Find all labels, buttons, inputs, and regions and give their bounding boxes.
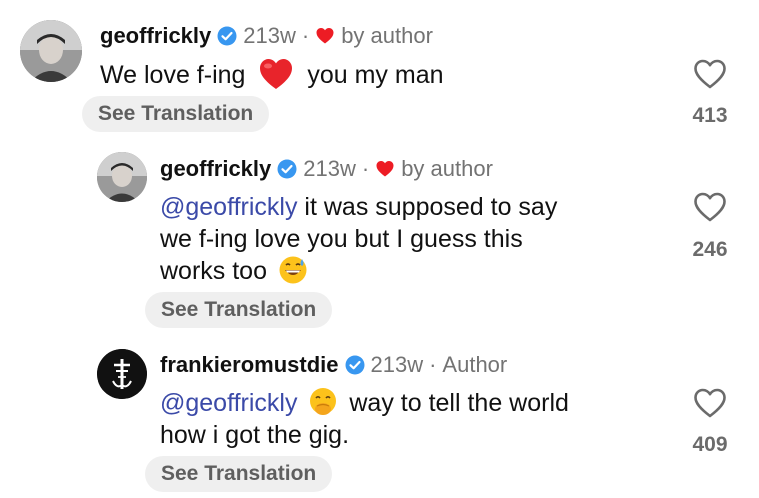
separator-dot: · <box>429 352 437 377</box>
timestamp: 213w <box>303 156 356 181</box>
see-translation-button[interactable]: See Translation <box>82 96 270 132</box>
liked-by-author-label: by author <box>341 23 433 48</box>
separator-dot: · <box>361 156 370 181</box>
comment-text: @geoffrickly it was supposed to say we f… <box>160 193 558 285</box>
username[interactable]: geoffrickly <box>100 22 211 50</box>
verified-badge-icon <box>345 355 365 375</box>
like-count: 413 <box>692 104 728 127</box>
comment-meta: geoffrickly 213w · by author <box>160 155 493 183</box>
see-translation-button[interactable]: See Translation <box>145 456 333 492</box>
comment-meta: frankieromustdie 213w · Author <box>160 351 507 379</box>
comment-text: We love f-ing you my man <box>100 57 444 91</box>
like-heart-icon[interactable] <box>693 58 727 90</box>
grinning-sweat-face-emoji-icon <box>278 255 308 285</box>
avatar[interactable] <box>20 20 82 82</box>
mention-link[interactable]: @geoffrickly <box>160 193 297 221</box>
comment-text: @geoffrickly way to tell the world how i… <box>160 387 569 449</box>
author-liked-heart-icon <box>315 26 335 46</box>
avatar[interactable] <box>97 349 147 399</box>
like-heart-icon[interactable] <box>693 387 727 419</box>
verified-badge-icon <box>217 26 237 46</box>
author-liked-heart-icon <box>375 159 395 179</box>
separator-dot: · <box>301 23 310 48</box>
timestamp: 213w <box>243 23 296 48</box>
see-translation-button[interactable]: See Translation <box>145 292 333 328</box>
username[interactable]: geoffrickly <box>160 155 271 183</box>
like-count: 409 <box>692 433 728 456</box>
liked-by-author-label: by author <box>401 156 493 181</box>
like-heart-icon[interactable] <box>693 191 727 223</box>
avatar[interactable] <box>97 152 147 202</box>
author-label: Author <box>442 352 508 377</box>
mention-link[interactable]: @geoffrickly <box>160 389 297 417</box>
hand-over-mouth-face-emoji-icon <box>308 387 338 417</box>
username[interactable]: frankieromustdie <box>160 351 339 379</box>
verified-badge-icon <box>277 159 297 179</box>
timestamp: 213w <box>370 352 424 377</box>
like-count: 246 <box>692 238 728 261</box>
comment-meta: geoffrickly 213w · by author <box>100 22 433 50</box>
red-heart-emoji-icon <box>258 57 294 91</box>
